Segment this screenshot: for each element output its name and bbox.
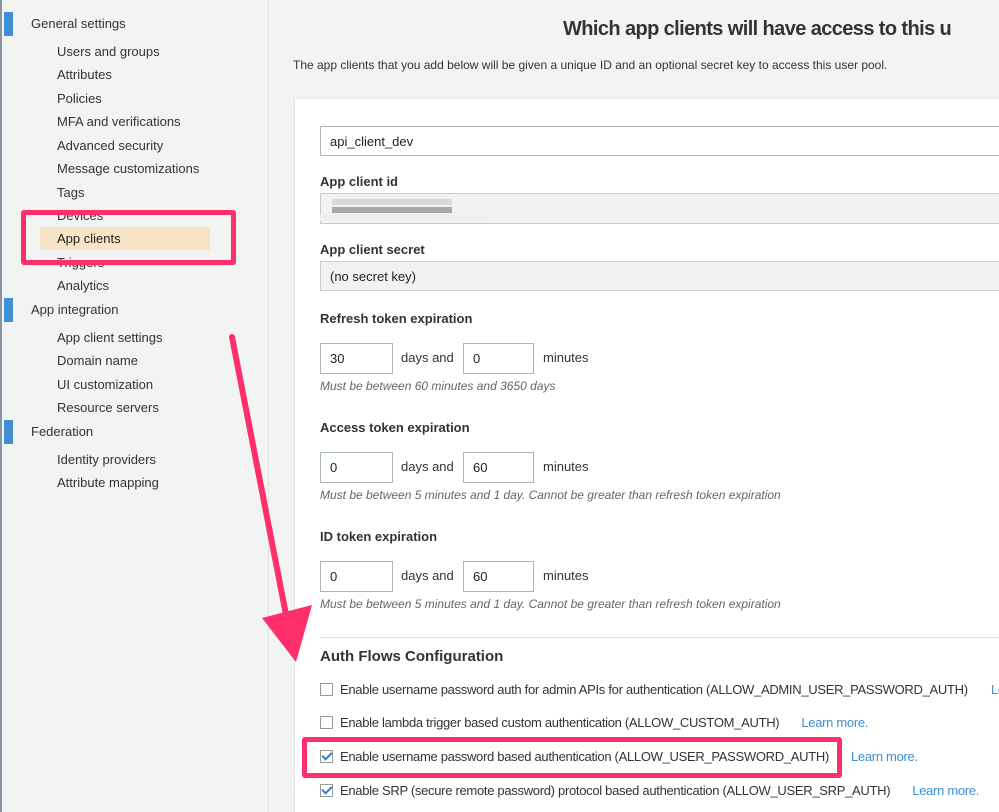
annotation-arrow-icon	[229, 334, 312, 662]
